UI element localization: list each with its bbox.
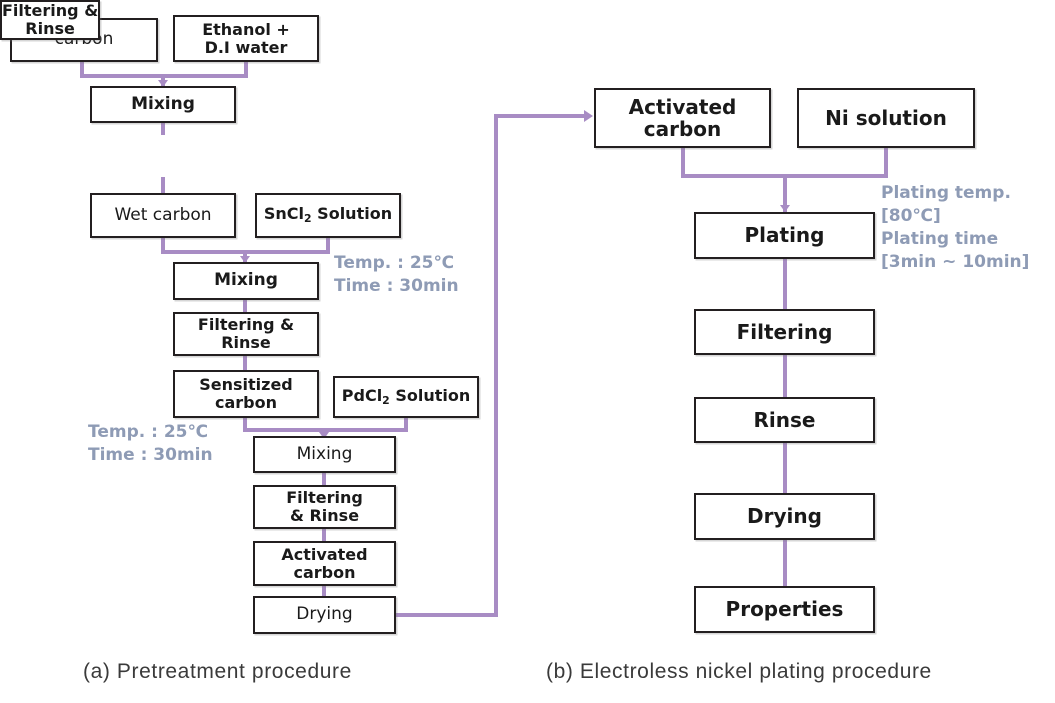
node-filtering-b[interactable]: Filtering — [694, 309, 875, 355]
caption-panel-a: (a) Pretreatment procedure — [83, 660, 352, 683]
connector-mixing1-filtering1 — [161, 121, 165, 135]
node-ethanol-di-water[interactable]: Ethanol + D.I water — [173, 15, 319, 62]
caption-panel-b: (b) Electroless nickel plating procedure — [546, 660, 932, 683]
connector-filtering3-activated — [322, 527, 326, 541]
connector-bridge-vertical — [494, 114, 498, 617]
node-filtering-rinse-2[interactable]: Filtering & Rinse — [173, 312, 319, 356]
node-mixing-3[interactable]: Mixing — [253, 436, 396, 473]
node-sncl2-label: SnCl2 Solution — [263, 204, 393, 226]
connector-filtering-rinse — [783, 353, 787, 397]
note-pdcl2-conditions: Temp. : 25℃ Time : 30min — [88, 422, 213, 465]
node-properties[interactable]: Properties — [694, 586, 875, 633]
node-filtering-rinse-1[interactable]: Filtering & Rinse — [0, 0, 101, 40]
connector-drying-properties — [783, 538, 787, 586]
node-sncl2-solution[interactable]: SnCl2 Solution — [255, 193, 401, 238]
node-drying-b[interactable]: Drying — [694, 493, 875, 540]
note-sncl2-conditions: Temp. : 25℃ Time : 30min — [334, 253, 459, 296]
arrowhead-bridge — [584, 110, 593, 122]
connector-bridge-bottom — [396, 613, 498, 617]
node-rinse-b[interactable]: Rinse — [694, 397, 875, 443]
arrowhead-plating — [780, 205, 790, 212]
node-wet-carbon[interactable]: Wet carbon — [90, 193, 236, 238]
connector-filtering1-wetcarbon — [161, 177, 165, 193]
connector-nisolution-down — [884, 148, 888, 176]
node-filtering-rinse-3[interactable]: Filtering & Rinse — [253, 485, 396, 529]
note-plating-conditions: Plating temp. [80℃] Plating time [3min ~… — [881, 183, 1030, 272]
connector-mixing2-filtering2 — [243, 298, 247, 312]
node-pdcl2-solution[interactable]: PdCl2 Solution — [333, 376, 479, 418]
node-activated-carbon-b[interactable]: Activated carbon — [594, 88, 771, 148]
node-activated-carbon-a[interactable]: Activated carbon — [253, 541, 396, 586]
node-sensitized-carbon[interactable]: Sensitized carbon — [173, 370, 319, 418]
node-drying-a[interactable]: Drying — [253, 596, 396, 634]
node-mixing-2[interactable]: Mixing — [173, 262, 319, 300]
connector-plating-filtering — [783, 257, 787, 309]
connector-mixing3-filtering3 — [322, 471, 326, 485]
connector-filtering2-sensitized — [243, 354, 247, 370]
figure-canvas: carbon Ethanol + D.I water Mixing Filter… — [0, 0, 1055, 703]
connector-bridge-top — [494, 114, 586, 118]
node-pdcl2-label: PdCl2 Solution — [341, 385, 471, 407]
node-plating[interactable]: Plating — [694, 212, 875, 259]
connector-rinse-drying — [783, 441, 787, 493]
node-ni-solution[interactable]: Ni solution — [797, 88, 975, 148]
node-mixing-1[interactable]: Mixing — [90, 86, 236, 123]
connector-activatedb-down — [681, 148, 685, 176]
